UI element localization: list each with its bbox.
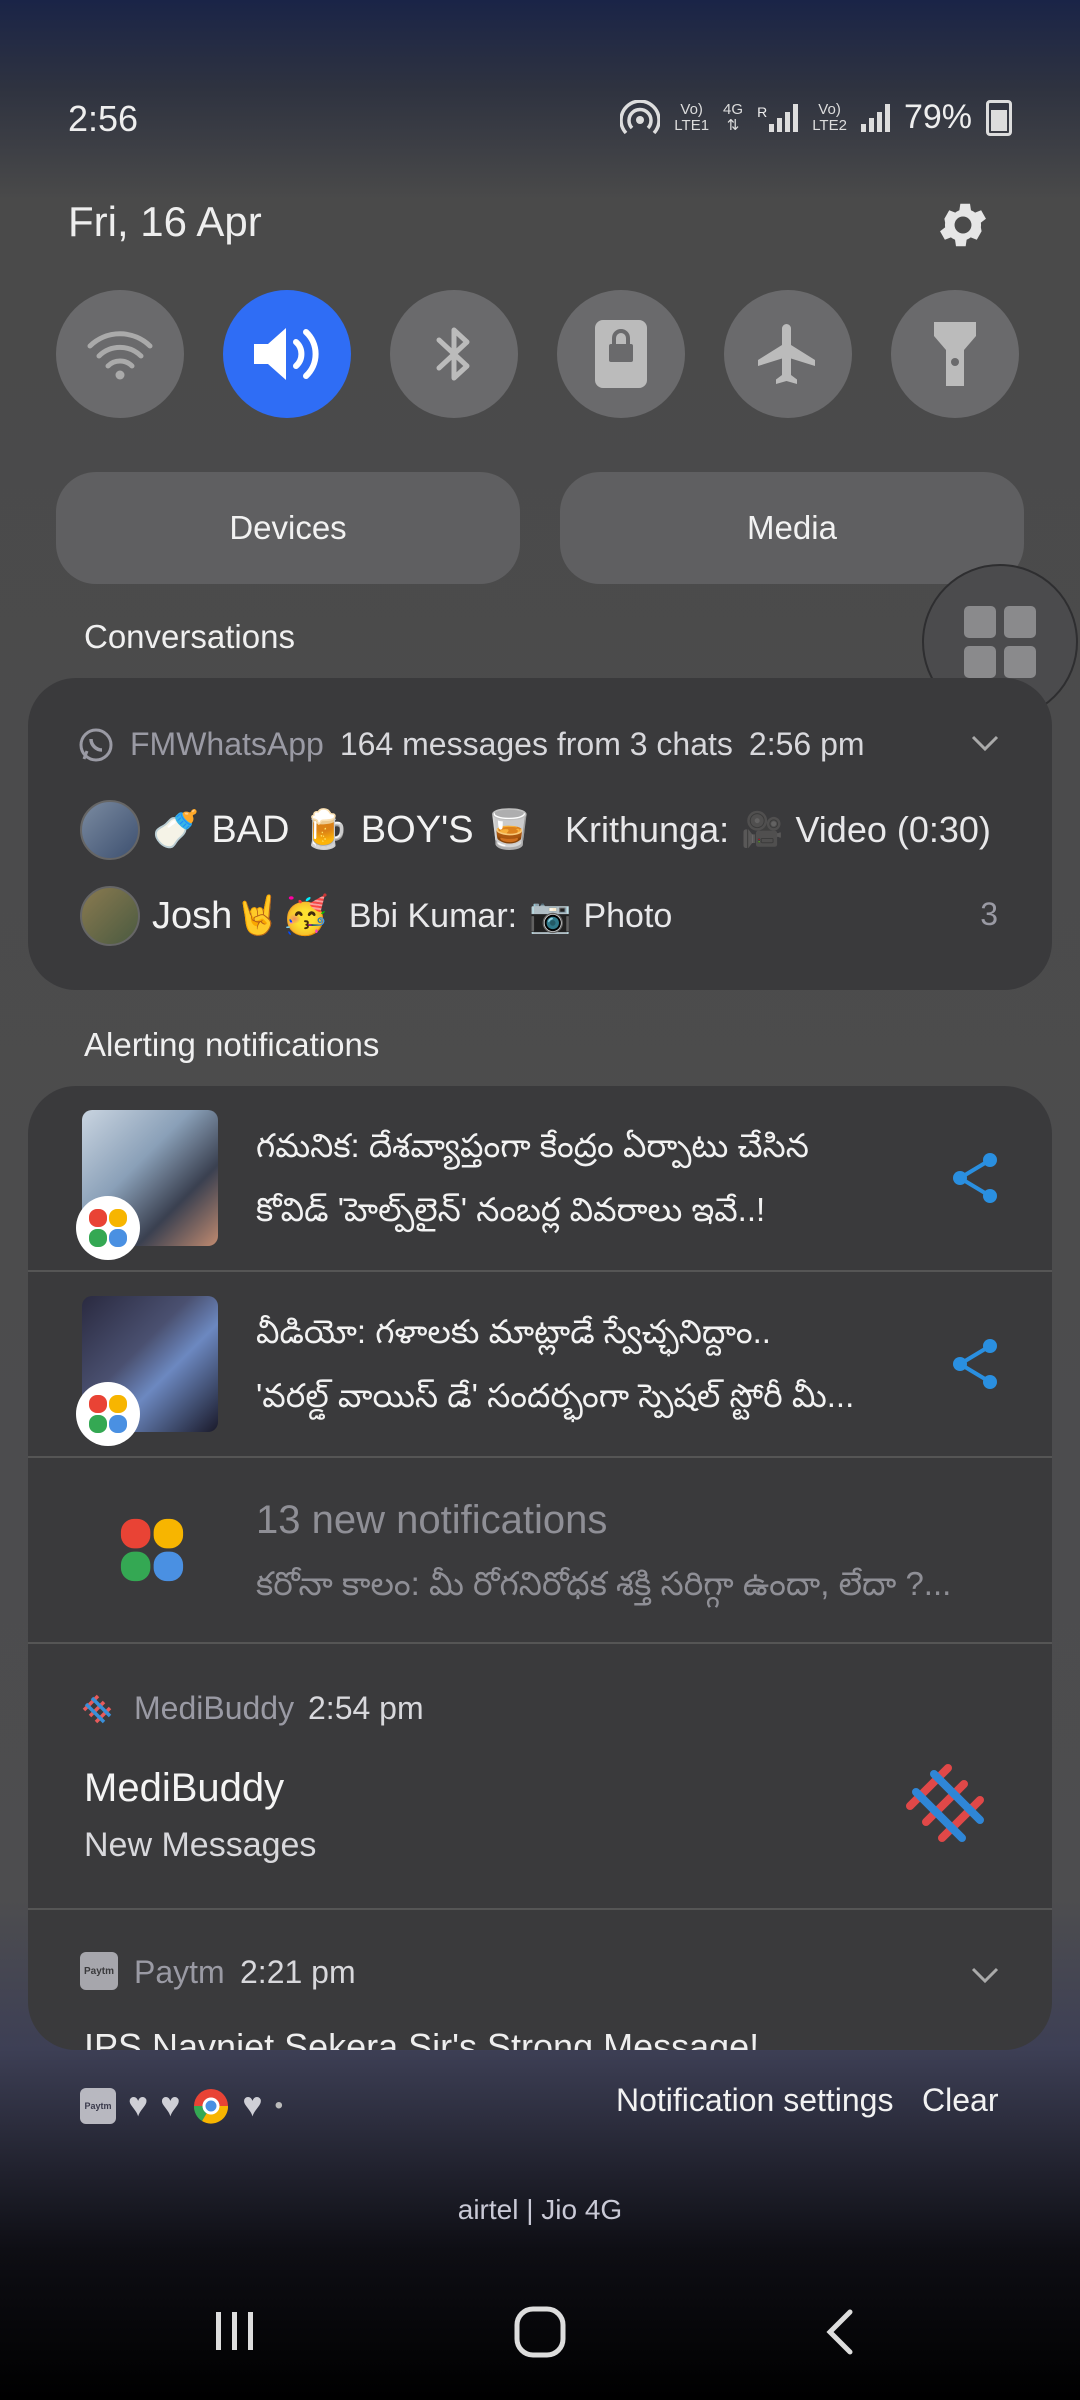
- paytm-icon: Paytm: [80, 2087, 116, 2124]
- avatar: [80, 800, 140, 860]
- news-headline-line1: వీడియో: గళాలకు మాట్లాడే స్వేచ్ఛనిద్దాం..: [256, 1313, 771, 1350]
- news-app-badge: [76, 1196, 140, 1260]
- navigation-bar: [0, 2260, 1080, 2400]
- notification-settings-button[interactable]: Notification settings: [616, 2082, 893, 2119]
- collapsed-notification-icons: Paytm ♥ ♥ ♥ •: [80, 2086, 283, 2125]
- gear-icon[interactable]: [934, 196, 992, 254]
- share-icon[interactable]: [950, 1336, 1002, 1392]
- medibuddy-logo-icon: [906, 1764, 984, 1842]
- contact-name: Josh: [152, 894, 233, 937]
- sender-name: Bbi Kumar:: [348, 896, 518, 935]
- unread-count: 3: [980, 896, 998, 932]
- flashlight-tile[interactable]: [891, 290, 1019, 418]
- chevron-down-icon[interactable]: [970, 734, 1000, 752]
- medibuddy-notification[interactable]: MediBuddy 2:54 pm MediBuddy New Messages: [28, 1644, 1052, 1910]
- video-icon: 🎥: [741, 811, 784, 849]
- news-group-notification[interactable]: 13 new notifications కరోనా కాలం: మీ రోగన…: [28, 1458, 1052, 1644]
- share-icon[interactable]: [950, 1150, 1002, 1206]
- news-notification[interactable]: గమనిక: దేశవ్యాప్తంగా కేంద్రం ఏర్పాటు చేస…: [28, 1086, 1052, 1272]
- sender-name: Krithunga:: [564, 809, 730, 850]
- airplane-icon: [758, 324, 815, 384]
- message-preview: Video (0:30): [795, 809, 991, 850]
- pinwheel-icon: [120, 1518, 184, 1582]
- status-icons: Vo) LTE1 4G ⇅ R Vo) LTE2 79%: [620, 98, 1012, 137]
- notification-time: 2:54 pm: [308, 1690, 424, 1726]
- sim2-volte: Vo) LTE2: [812, 100, 847, 134]
- alerting-label: Alerting notifications: [84, 1026, 380, 1063]
- rock-emoji: 🤘🥳: [234, 895, 329, 937]
- chrome-icon: [194, 2088, 229, 2124]
- notification-time: 2:21 pm: [240, 1954, 356, 1990]
- grid-icon: [964, 606, 1036, 678]
- medibuddy-icon: [82, 1694, 112, 1724]
- back-icon[interactable]: [822, 2308, 858, 2356]
- news-headline-line1: గమనిక: దేశవ్యాప్తంగా కేంద్రం ఏర్పాటు చేస…: [256, 1127, 809, 1164]
- bluetooth-icon: [436, 327, 470, 381]
- beer-emoji: 🍺: [301, 809, 349, 851]
- heart-icon: ♥: [128, 2086, 149, 2124]
- sim1-signal-icon: R: [757, 103, 799, 132]
- sound-tile[interactable]: [223, 290, 351, 418]
- pinwheel-icon: [89, 1395, 127, 1433]
- app-name: MediBuddy: [134, 1690, 295, 1726]
- media-button[interactable]: Media: [560, 472, 1024, 584]
- avatar: [80, 886, 140, 946]
- alerting-card: గమనిక: దేశవ్యాప్తంగా కేంద్రం ఏర్పాటు చేస…: [28, 1086, 1052, 2050]
- news-notification[interactable]: వీడియో: గళాలకు మాట్లాడే స్వేచ్ఛనిద్దాం..…: [28, 1272, 1052, 1458]
- group-name-suffix: BOY'S: [360, 808, 474, 851]
- news-headline-line2: 'వరల్డ్ వాయిస్ డే' సందర్భంగా స్పెషల్ స్ట…: [256, 1377, 855, 1414]
- whatsapp-icon: [79, 728, 113, 761]
- screen-lock-tile[interactable]: [557, 290, 685, 418]
- app-name: Paytm: [134, 1954, 225, 1990]
- recents-icon[interactable]: [212, 2310, 258, 2352]
- wifi-icon: [87, 331, 153, 380]
- status-time: 2:56: [68, 98, 139, 139]
- paytm-notification[interactable]: Paytm Paytm 2:21 pm IPS Navniet Sekera S…: [28, 1910, 1052, 2050]
- heart-icon: ♥: [242, 2086, 263, 2124]
- news-headline-line2: కోవిడ్ 'హెల్ప్‌లైన్' నంబర్ల వివరాలు ఇవే.…: [256, 1191, 766, 1228]
- airplane-tile[interactable]: [724, 290, 852, 418]
- network-type: 4G ⇅: [723, 100, 744, 134]
- sim1-volte: Vo) LTE1: [674, 100, 710, 134]
- group-name: BAD: [211, 808, 290, 851]
- notification-time: 2:56 pm: [748, 726, 865, 762]
- notification-preview: IPS Navniet Sekera Sir's Strong Message!: [84, 2026, 760, 2050]
- devices-button[interactable]: Devices: [56, 472, 520, 584]
- conversations-label: Conversations: [84, 618, 295, 655]
- chevron-down-icon[interactable]: [970, 1966, 1000, 1984]
- paytm-icon: Paytm: [80, 1952, 118, 1990]
- more-dot-icon: •: [274, 2091, 283, 2119]
- glass-emoji: 🥃: [485, 809, 533, 851]
- news-app-badge: [76, 1382, 140, 1446]
- date-label: Fri, 16 Apr: [68, 198, 262, 245]
- clear-button[interactable]: Clear: [922, 2082, 998, 2119]
- conversation-row[interactable]: 🍼 BAD 🍺 BOY'S 🥃 Krithunga: 🎥 Video (0:30…: [80, 800, 991, 860]
- message-preview: Photo: [583, 896, 673, 935]
- whatsapp-notification[interactable]: FMWhatsApp 164 messages from 3 chats 2:5…: [28, 678, 1052, 990]
- battery-percent: 79%: [903, 98, 972, 136]
- notification-body: New Messages: [84, 1826, 317, 1864]
- carrier-label: airtel | Jio 4G: [457, 2194, 623, 2225]
- wifi-tile[interactable]: [56, 290, 184, 418]
- volume-icon: [254, 328, 319, 380]
- bottle-emoji: 🍼: [152, 809, 200, 851]
- hotspot-icon: [620, 99, 661, 134]
- sim2-signal-icon: [860, 103, 890, 132]
- camera-icon: 📷: [529, 897, 572, 935]
- group-title: 13 new notifications: [256, 1498, 608, 1542]
- flashlight-icon: [934, 322, 976, 386]
- app-name: FMWhatsApp: [130, 726, 324, 762]
- notification-title: MediBuddy: [84, 1766, 285, 1810]
- group-preview: కరోనా కాలం: మీ రోగనిరోధక శక్తి సరిగ్గా ఉ…: [256, 1565, 952, 1602]
- conversation-row[interactable]: Josh 🤘🥳 Bbi Kumar: 📷 Photo: [80, 886, 672, 946]
- bluetooth-tile[interactable]: [390, 290, 518, 418]
- lock-icon: [595, 320, 647, 388]
- heart-icon: ♥: [160, 2086, 181, 2124]
- whatsapp-header: FMWhatsApp 164 messages from 3 chats 2:5…: [78, 726, 865, 763]
- battery-icon: [986, 99, 1012, 136]
- message-summary: 164 messages from 3 chats: [339, 726, 733, 762]
- pinwheel-icon: [89, 1209, 127, 1247]
- home-icon[interactable]: [512, 2304, 568, 2360]
